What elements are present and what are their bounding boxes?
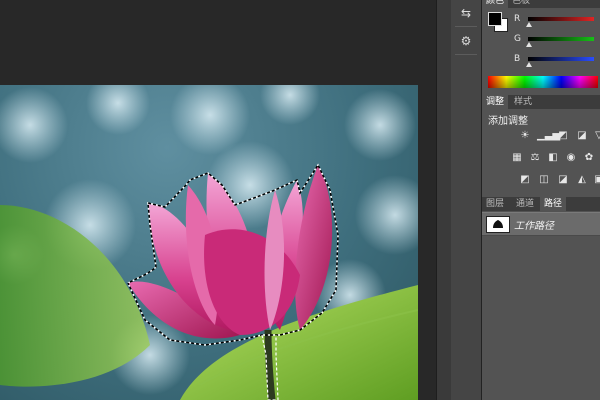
path-item-work-path[interactable]: 工作路径 bbox=[482, 212, 600, 236]
document-workspace bbox=[0, 0, 436, 400]
collapsed-panel-dock: ⇆ ⚙ bbox=[451, 0, 482, 400]
channel-g-label: G bbox=[514, 34, 521, 44]
color-panel-tabs: 颜色 色板 bbox=[482, 0, 600, 8]
lotus-photo bbox=[0, 85, 418, 400]
slider-thumb[interactable] bbox=[526, 22, 532, 27]
paths-panel-tabs: 图层 通道 路径 bbox=[482, 197, 600, 211]
curves-icon[interactable]: ◩ bbox=[556, 130, 570, 142]
channel-b-slider[interactable] bbox=[528, 57, 594, 61]
channel-r-label: R bbox=[514, 14, 521, 24]
image-canvas[interactable] bbox=[0, 85, 418, 400]
gradient-map-icon[interactable]: ◭ bbox=[575, 174, 589, 186]
path-label: 工作路径 bbox=[514, 221, 554, 232]
foreground-color-swatch[interactable] bbox=[488, 12, 502, 26]
channel-r-slider[interactable] bbox=[528, 17, 594, 21]
brightness-icon[interactable]: ☀ bbox=[518, 130, 532, 142]
threshold-icon[interactable]: ◪ bbox=[556, 174, 570, 186]
panel-divider[interactable] bbox=[436, 0, 452, 400]
photo-filter-icon[interactable]: ◉ bbox=[564, 152, 578, 164]
adjustments-panel-tabs: 调整 样式 bbox=[482, 95, 600, 109]
vibrance-icon[interactable]: ▽ bbox=[592, 130, 600, 142]
black-white-icon[interactable]: ◧ bbox=[546, 152, 560, 164]
slider-thumb[interactable] bbox=[526, 62, 532, 67]
tab-paths[interactable]: 路径 bbox=[540, 197, 567, 211]
add-adjustment-title: 添加调整 bbox=[488, 116, 528, 127]
channel-b-label: B bbox=[514, 54, 521, 64]
channel-mixer-icon[interactable]: ✿ bbox=[582, 152, 596, 164]
right-panels: 颜色 色板 R G B 调整 样式 添加调整 ☀ ▁▃▅ ◩ ◪ ▽ ▦ ⚖ ◧… bbox=[482, 0, 600, 400]
dock-separator bbox=[455, 26, 477, 27]
selective-color-icon[interactable]: ▣ bbox=[592, 174, 600, 186]
tab-layers[interactable]: 图层 bbox=[482, 197, 508, 211]
slider-thumb[interactable] bbox=[526, 42, 532, 47]
dock-separator bbox=[455, 54, 477, 55]
color-balance-icon[interactable]: ⚖ bbox=[528, 152, 542, 164]
path-thumbnail bbox=[486, 216, 510, 233]
tab-adjustments[interactable]: 调整 bbox=[482, 95, 509, 109]
tab-styles[interactable]: 样式 bbox=[510, 95, 536, 109]
properties-icon[interactable]: ⚙ bbox=[453, 30, 479, 52]
tab-channels[interactable]: 通道 bbox=[512, 197, 538, 211]
levels-icon[interactable]: ▁▃▅ bbox=[537, 130, 560, 142]
tab-color[interactable]: 颜色 bbox=[482, 0, 509, 8]
hue-saturation-icon[interactable]: ▦ bbox=[510, 152, 524, 164]
tab-swatches[interactable]: 色板 bbox=[508, 0, 534, 8]
history-icon[interactable]: ⇆ bbox=[453, 2, 479, 24]
channel-g-slider[interactable] bbox=[528, 37, 594, 41]
exposure-icon[interactable]: ◪ bbox=[575, 130, 589, 142]
invert-icon[interactable]: ◩ bbox=[518, 174, 532, 186]
posterize-icon[interactable]: ◫ bbox=[537, 174, 551, 186]
color-spectrum-bar[interactable] bbox=[488, 76, 598, 88]
